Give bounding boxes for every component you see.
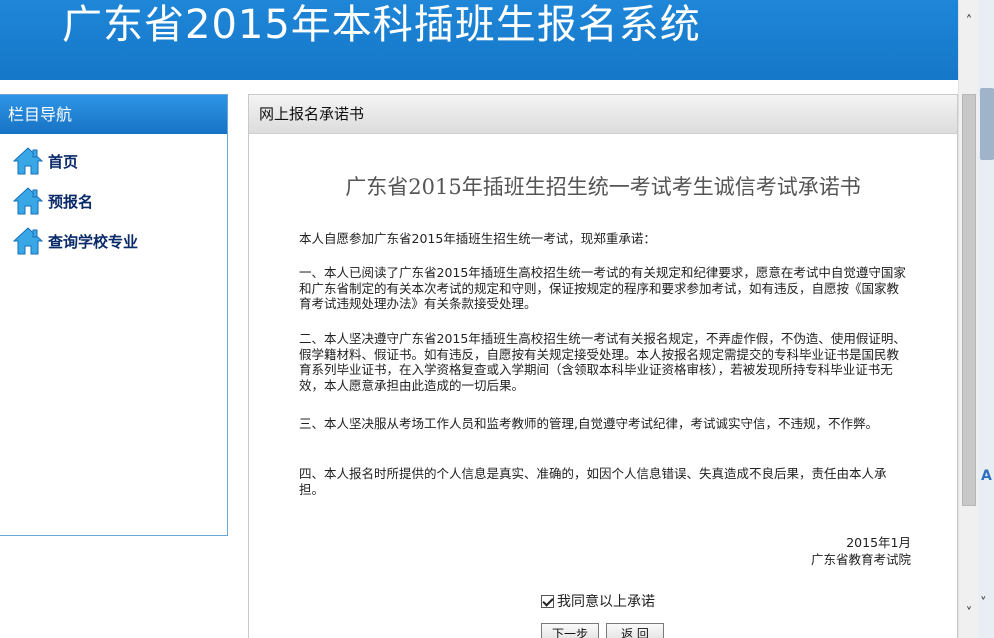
paragraph-4: 四、本人报名时所提供的个人信息是真实、准确的，如因个人信息错误、失真造成不良后果…: [299, 466, 887, 497]
edge-chevron-down-icon: ˅: [980, 596, 987, 611]
chevron-down-icon[interactable]: ˅: [959, 604, 979, 624]
sidebar-title: 栏目导航: [0, 95, 227, 134]
paragraph-2: 二、本人坚决遵守广东省2015年插班生高校招生统一考试有关报名规定，不弄虚作假，…: [299, 331, 906, 393]
paragraph-intro: 本人自愿参加广东省2015年插班生招生统一考试，现郑重承诺：: [299, 231, 656, 246]
header-banner: 广东省2015年本科插班生报名系统: [0, 0, 958, 80]
sidebar-item-home[interactable]: 首页: [12, 145, 78, 177]
sidebar-item-query-majors[interactable]: 查询学校专业: [12, 225, 138, 257]
edge-letter: A: [981, 468, 992, 484]
home-icon: [12, 147, 44, 175]
paragraph-3: 三、本人坚决服从考场工作人员和监考教师的管理,自觉遵守考试纪律，考试诚实守信，不…: [299, 416, 878, 431]
vertical-scrollbar[interactable]: ˄ ˅: [958, 0, 978, 638]
page: 广东省2015年本科插班生报名系统 栏目导航 首页 预报名 查询学校专业 网上报…: [0, 0, 994, 638]
panel-title: 网上报名承诺书: [249, 95, 957, 134]
agree-label: 我同意以上承诺: [557, 594, 655, 610]
site-title: 广东省2015年本科插班生报名系统: [62, 2, 701, 48]
sidebar-item-label: 查询学校专业: [48, 232, 139, 251]
edge-thumbnail: [980, 88, 994, 160]
sidebar-item-label: 首页: [48, 152, 79, 171]
next-button[interactable]: 下一步: [541, 623, 599, 638]
main-panel: 网上报名承诺书 广东省2015年插班生招生统一考试考生诚信考试承诺书 本人自愿参…: [248, 94, 958, 638]
agree-checkbox[interactable]: [541, 594, 554, 608]
background-window-edge: A ˅: [978, 0, 994, 638]
scrollbar-thumb[interactable]: [962, 94, 976, 506]
signature-issuer: 广东省教育考试院: [810, 552, 911, 567]
home-icon: [12, 227, 44, 255]
sidebar-item-pre-register[interactable]: 预报名: [12, 185, 93, 217]
back-button[interactable]: 返 回: [606, 623, 664, 638]
document-title: 广东省2015年插班生招生统一考试考生诚信考试承诺书: [345, 175, 861, 199]
agree-checkbox-row[interactable]: 我同意以上承诺: [541, 591, 655, 611]
sidebar-item-label: 预报名: [48, 192, 94, 211]
sidebar: 栏目导航 首页 预报名 查询学校专业: [0, 94, 228, 536]
home-icon: [12, 187, 44, 215]
chevron-up-icon[interactable]: ˄: [959, 12, 979, 32]
paragraph-1: 一、本人已阅读了广东省2015年插班生高校招生统一考试的有关规定和纪律要求，愿意…: [299, 265, 906, 311]
